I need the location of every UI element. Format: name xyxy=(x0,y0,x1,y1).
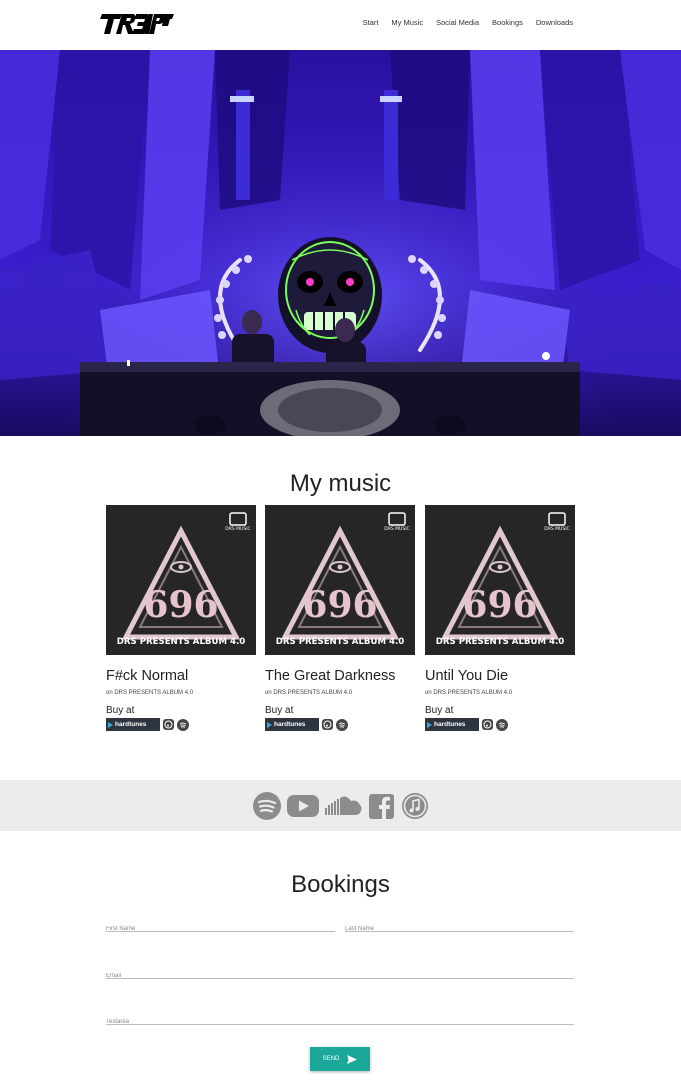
nav-links: Start My Music Social Media Bookings Dow… xyxy=(363,18,573,27)
send-icon xyxy=(347,1054,358,1064)
song-title[interactable]: F#ck Normal xyxy=(106,668,256,685)
message-textarea[interactable] xyxy=(106,1016,574,1028)
youtube-icon[interactable] xyxy=(286,791,320,821)
send-label: SEND xyxy=(322,1056,340,1062)
album-cover[interactable]: 696 DRS MUSIC DRS PRESENTS ALBUM 4.0 xyxy=(106,505,256,655)
hero-stage-graphic xyxy=(0,50,681,436)
hardtunes-button[interactable]: hardtunes xyxy=(106,718,160,731)
cover-number: 696 xyxy=(302,584,377,626)
spotify-icon[interactable] xyxy=(496,718,508,731)
nav-link-social-media[interactable]: Social Media xyxy=(436,18,479,27)
cover-badge: DRS MUSIC xyxy=(225,526,250,532)
cover-number: 696 xyxy=(143,584,218,626)
buy-label: Buy at xyxy=(425,705,454,716)
spotify-icon[interactable] xyxy=(177,718,189,731)
spotify-icon[interactable] xyxy=(336,718,348,731)
bookings-section-title: Bookings xyxy=(291,871,390,898)
hardtunes-label: hardtunes xyxy=(434,721,466,728)
album-cover[interactable]: 696 DRS MUSIC DRS PRESENTS ALBUM 4.0 xyxy=(425,505,575,655)
send-button[interactable]: SEND xyxy=(310,1047,370,1071)
textarea-field-container xyxy=(106,1010,574,1028)
nav-link-bookings[interactable]: Bookings xyxy=(492,18,523,27)
album-card: 696 DRS MUSIC DRS PRESENTS ALBUM 4.0 F#c… xyxy=(106,505,256,731)
itunes-icon[interactable] xyxy=(322,719,333,730)
buy-links: hardtunes xyxy=(425,718,575,731)
logo[interactable] xyxy=(100,12,174,36)
hardtunes-button[interactable]: hardtunes xyxy=(425,718,479,731)
facebook-icon[interactable] xyxy=(368,791,396,821)
cover-title: DRS PRESENTS ALBUM 4.0 xyxy=(276,637,404,647)
cover-title: DRS PRESENTS ALBUM 4.0 xyxy=(436,637,564,647)
first-name-field[interactable] xyxy=(106,923,335,935)
song-album: on DRS PRESENTS ALBUM 4.0 xyxy=(106,690,194,696)
email-field-container xyxy=(106,964,574,982)
buy-links: hardtunes xyxy=(265,718,415,731)
itunes-icon[interactable] xyxy=(400,791,430,821)
hardtunes-icon xyxy=(267,721,272,728)
nav-link-downloads[interactable]: Downloads xyxy=(536,18,573,27)
nav-link-my-music[interactable]: My Music xyxy=(391,18,423,27)
hero-image xyxy=(0,50,681,436)
last-name-field[interactable] xyxy=(345,923,574,935)
album-card: 696 DRS MUSIC DRS PRESENTS ALBUM 4.0 Unt… xyxy=(425,505,575,731)
hardtunes-label: hardtunes xyxy=(274,721,306,728)
album-card: 696 DRS MUSIC DRS PRESENTS ALBUM 4.0 The… xyxy=(265,505,415,731)
nav-link-start[interactable]: Start xyxy=(363,18,379,27)
song-title[interactable]: The Great Darkness xyxy=(265,668,415,685)
first-name-field-container xyxy=(106,917,335,935)
spotify-icon[interactable] xyxy=(252,791,282,821)
buy-links: hardtunes xyxy=(106,718,256,731)
song-album: on DRS PRESENTS ALBUM 4.0 xyxy=(425,690,513,696)
song-album: on DRS PRESENTS ALBUM 4.0 xyxy=(265,690,353,696)
cover-badge: DRS MUSIC xyxy=(544,526,569,532)
last-name-field-container xyxy=(345,917,574,935)
hardtunes-button[interactable]: hardtunes xyxy=(265,718,319,731)
buy-label: Buy at xyxy=(106,705,135,716)
soundcloud-icon[interactable] xyxy=(324,791,364,821)
cover-title: DRS PRESENTS ALBUM 4.0 xyxy=(117,637,245,647)
music-section-title: My music xyxy=(289,470,392,497)
email-field[interactable] xyxy=(106,970,574,982)
navbar: Start My Music Social Media Bookings Dow… xyxy=(0,0,681,50)
logo-graphic xyxy=(100,14,174,34)
album-cover[interactable]: 696 DRS MUSIC DRS PRESENTS ALBUM 4.0 xyxy=(265,505,415,655)
social-media-bar xyxy=(0,780,681,831)
hardtunes-label: hardtunes xyxy=(115,721,147,728)
itunes-icon[interactable] xyxy=(482,719,493,730)
cover-badge: DRS MUSIC xyxy=(384,526,409,532)
song-title[interactable]: Until You Die xyxy=(425,668,575,685)
itunes-icon[interactable] xyxy=(163,719,174,730)
hardtunes-icon xyxy=(427,721,432,728)
hardtunes-icon xyxy=(108,721,113,728)
cover-number: 696 xyxy=(462,584,537,626)
buy-label: Buy at xyxy=(265,705,294,716)
